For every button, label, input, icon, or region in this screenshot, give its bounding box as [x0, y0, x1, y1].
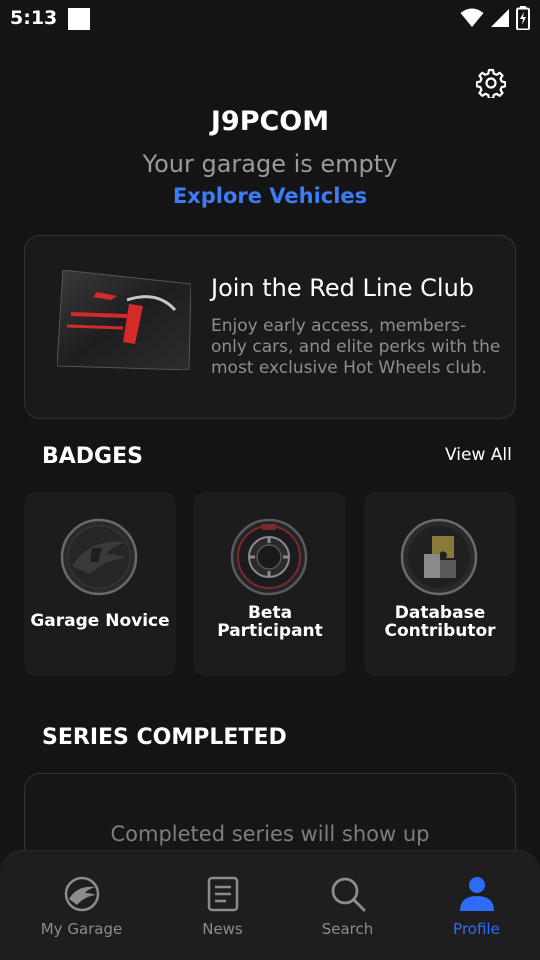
nav-label: My Garage [40, 920, 123, 938]
badge-label-line2: Contributor [384, 621, 496, 641]
nav-label: News [202, 920, 243, 938]
search-icon [331, 877, 365, 912]
garage-empty-message: Your garage is empty [142, 150, 398, 178]
badge-card-beta-participant[interactable]: Beta Participant [194, 492, 346, 676]
membership-card-image [57, 270, 191, 370]
explore-vehicles-link[interactable]: Explore Vehicles [0, 184, 540, 208]
badge-label-line2: Participant [217, 621, 323, 641]
beta-badge-icon [230, 518, 308, 596]
club-title: Join the Red Line Club [211, 274, 475, 302]
badge-label-line1: Garage Novice [30, 611, 170, 631]
status-icons [460, 6, 530, 30]
nav-item-news[interactable]: News [155, 851, 290, 960]
nav-label: Profile [453, 920, 500, 938]
view-all-badges-link[interactable]: View All [445, 445, 512, 465]
nav-label: Search [321, 920, 374, 938]
red-line-club-card[interactable]: Join the Red Line Club Enjoy early acces… [24, 235, 516, 419]
signal-icon [491, 9, 509, 27]
username: J9PCOM [210, 106, 330, 137]
nav-item-profile[interactable]: Profile [409, 851, 540, 960]
news-icon [207, 876, 238, 912]
notification-square-icon [68, 8, 90, 30]
garage-logo-icon [64, 876, 99, 912]
gear-icon [475, 68, 507, 100]
profile-icon [459, 877, 494, 911]
series-empty-message: Completed series will show up [110, 822, 430, 846]
wifi-icon [460, 8, 484, 27]
nav-item-my-garage[interactable]: My Garage [14, 851, 149, 960]
battery-charging-icon [516, 6, 530, 30]
flame-badge-icon [60, 518, 138, 596]
club-description: Enjoy early access, members-only cars, a… [211, 316, 501, 378]
puzzle-badge-icon [400, 518, 478, 596]
nav-item-search[interactable]: Search [280, 851, 415, 960]
status-time: 5:13 [10, 7, 58, 29]
badge-card-garage-novice[interactable]: Garage Novice [24, 492, 176, 676]
bottom-navigation: My Garage News Search Profile [0, 850, 540, 960]
status-bar: 5:13 [0, 0, 540, 36]
settings-button[interactable] [475, 68, 507, 100]
series-section-title: SERIES COMPLETED [42, 725, 287, 750]
badges-section-title: BADGES [42, 444, 143, 469]
badge-card-database-contributor[interactable]: Database Contributor [364, 492, 516, 676]
